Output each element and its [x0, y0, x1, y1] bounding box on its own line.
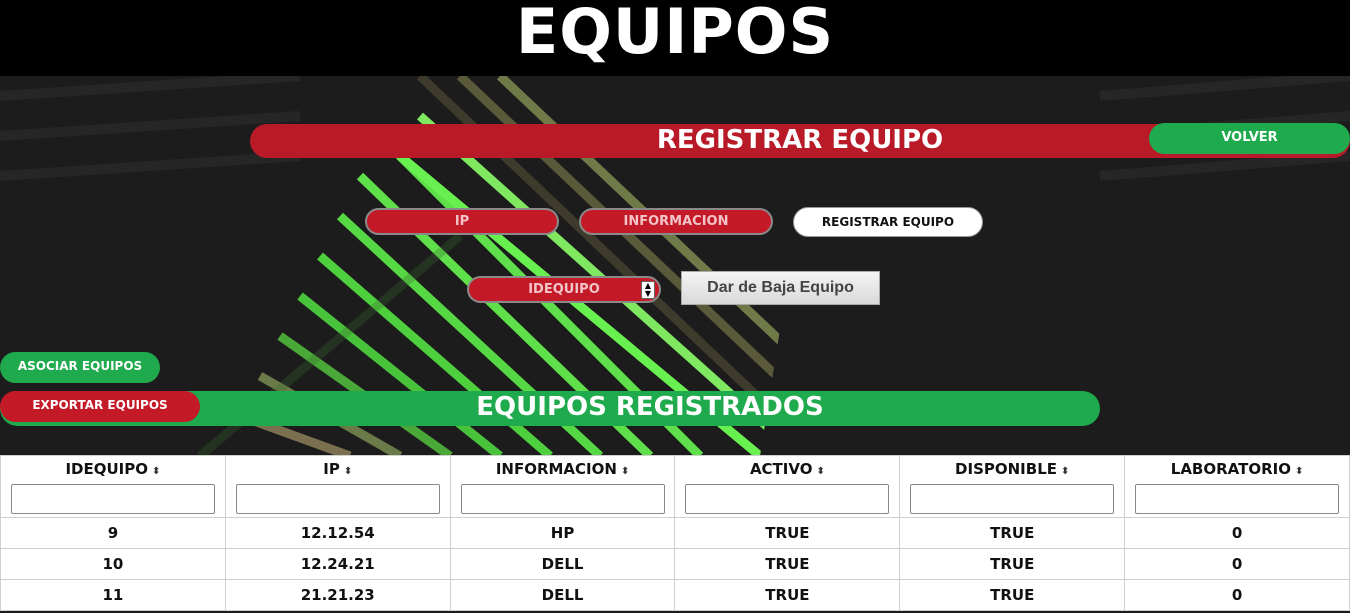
table-cell: 21.21.23	[224, 579, 451, 611]
information-input[interactable]: INFORMACION	[579, 208, 773, 235]
ip-input[interactable]: IP	[365, 208, 559, 235]
table-cell: TRUE	[674, 517, 901, 549]
table-cell: 0	[1124, 579, 1350, 611]
spinner-icon[interactable]: ▲ ▼	[641, 281, 655, 299]
table-cell: TRUE	[899, 548, 1126, 580]
table-cell: 0	[1124, 548, 1350, 580]
table-cell: TRUE	[674, 548, 901, 580]
table-row[interactable]: 9 12.12.54 HP TRUE TRUE 0	[0, 517, 1350, 549]
equipment-id-select[interactable]: IDEQUIPO ▲ ▼	[467, 276, 661, 303]
table-header-row: IDEQUIPO ⬍ IP ⬍ INFORMACION ⬍ ACTIVO ⬍ DISPO…	[0, 455, 1350, 518]
equipment-table: IDEQUIPO ⬍ IP ⬍ INFORMACION ⬍ ACTIVO ⬍ DISPO…	[0, 455, 1350, 611]
filter-laboratorio-input[interactable]	[1135, 484, 1340, 514]
table-cell: 11	[0, 579, 226, 611]
sort-icon[interactable]: ⬍	[1295, 466, 1303, 477]
table-cell: 12.24.21	[224, 548, 451, 580]
column-header-informacion[interactable]: INFORMACION ⬍	[449, 455, 676, 518]
filter-informacion-input[interactable]	[460, 484, 665, 514]
column-header-activo[interactable]: ACTIVO ⬍	[674, 455, 901, 518]
table-cell: TRUE	[899, 579, 1126, 611]
associate-equipment-button[interactable]: ASOCIAR EQUIPOS	[0, 352, 160, 383]
table-row[interactable]: 10 12.24.21 DELL TRUE TRUE 0	[0, 548, 1350, 580]
table-cell: 12.12.54	[224, 517, 451, 549]
filter-disponible-input[interactable]	[910, 484, 1115, 514]
table-cell: 0	[1124, 517, 1350, 549]
table-cell: 10	[0, 548, 226, 580]
table-cell: TRUE	[899, 517, 1126, 549]
sort-icon[interactable]: ⬍	[816, 466, 824, 477]
table-cell: DELL	[449, 579, 676, 611]
table-cell: HP	[449, 517, 676, 549]
registered-section-title: EQUIPOS REGISTRADOS	[476, 392, 824, 422]
sort-icon[interactable]: ⬍	[152, 466, 160, 477]
filter-ip-input[interactable]	[235, 484, 440, 514]
column-header-laboratorio[interactable]: LABORATORIO ⬍	[1124, 455, 1350, 518]
back-button[interactable]: VOLVER	[1149, 123, 1350, 154]
sort-icon[interactable]: ⬍	[1061, 466, 1069, 477]
export-equipment-button[interactable]: EXPORTAR EQUIPOS	[0, 391, 200, 422]
sort-icon[interactable]: ⬍	[621, 466, 629, 477]
table-cell: 9	[0, 517, 226, 549]
sort-icon[interactable]: ⬍	[344, 466, 352, 477]
filter-activo-input[interactable]	[685, 484, 890, 514]
register-equipment-button[interactable]: REGISTRAR EQUIPO	[793, 207, 983, 237]
page-title: EQUIPOS	[515, 0, 835, 68]
column-header-idequipo[interactable]: IDEQUIPO ⬍	[0, 455, 226, 518]
delete-equipment-button[interactable]: Dar de Baja Equipo	[681, 271, 880, 305]
register-section-title: REGISTRAR EQUIPO	[656, 125, 944, 155]
table-row[interactable]: 11 21.21.23 DELL TRUE TRUE 0	[0, 579, 1350, 611]
filter-idequipo-input[interactable]	[10, 484, 215, 514]
table-cell: TRUE	[674, 579, 901, 611]
equipment-id-select-value: IDEQUIPO	[528, 282, 600, 297]
column-header-disponible[interactable]: DISPONIBLE ⬍	[899, 455, 1126, 518]
page-header: EQUIPOS	[0, 0, 1350, 76]
column-header-ip[interactable]: IP ⬍	[224, 455, 451, 518]
table-cell: DELL	[449, 548, 676, 580]
